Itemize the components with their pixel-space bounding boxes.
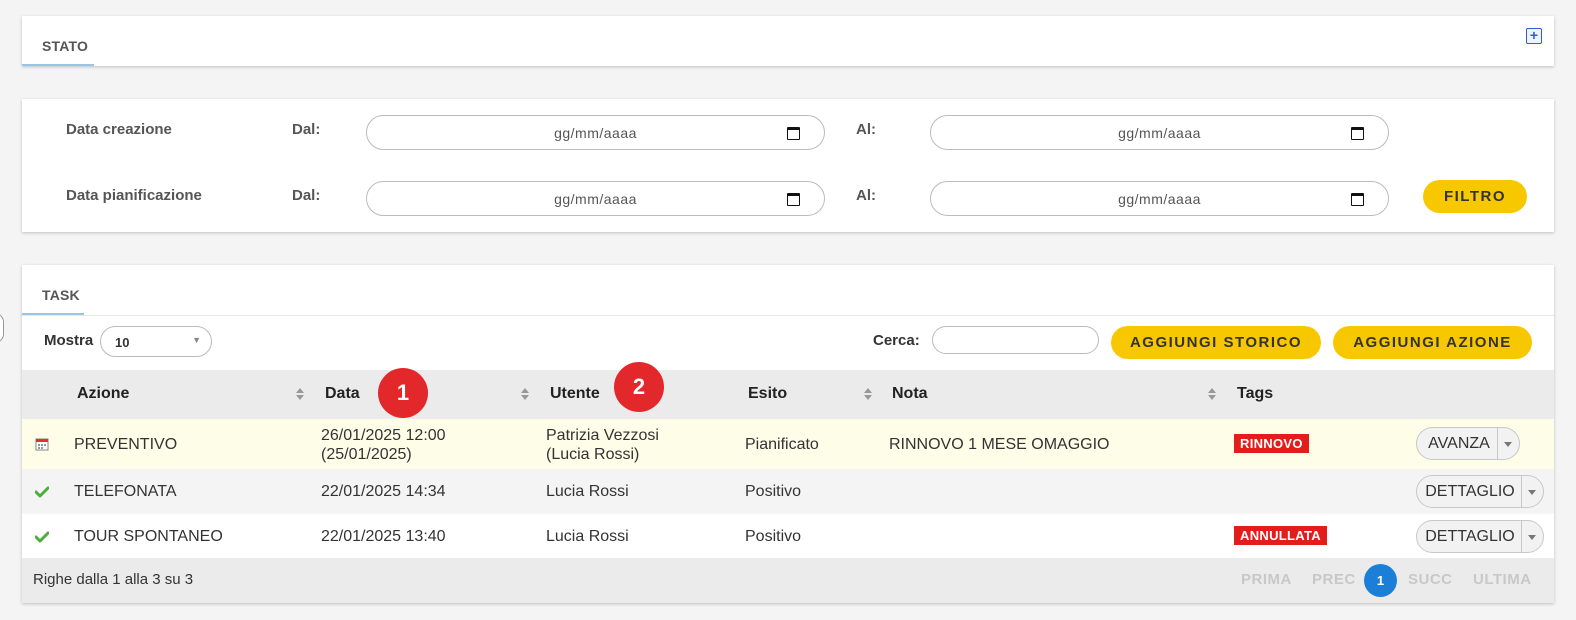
sort-icon[interactable]: [296, 388, 304, 400]
chevron-down-icon[interactable]: [1528, 490, 1536, 495]
divider: [22, 315, 1554, 316]
dettaglio-button[interactable]: DETTAGLIO: [1417, 528, 1523, 546]
dettaglio-button[interactable]: DETTAGLIO: [1417, 483, 1523, 501]
data-pianificazione-label: Data pianificazione: [66, 187, 202, 204]
calendar-icon: [35, 438, 49, 451]
pagination-first[interactable]: PRIMA: [1241, 571, 1292, 588]
chevron-down-icon[interactable]: [1528, 535, 1536, 540]
avanza-button[interactable]: AVANZA: [1417, 435, 1501, 453]
sort-icon[interactable]: [1208, 388, 1216, 400]
utente-cell-line2: (Lucia Rossi): [546, 446, 640, 463]
filtro-button[interactable]: FILTRO: [1423, 180, 1527, 213]
stato-title-underline: [22, 64, 94, 66]
cerca-label: Cerca:: [873, 332, 920, 349]
pianificazione-dal-date-input[interactable]: gg/mm/aaaa: [366, 181, 825, 216]
sort-icon[interactable]: [521, 388, 529, 400]
date-placeholder: gg/mm/aaaa: [1118, 125, 1201, 141]
task-panel: TASK Mostra 10 ▼ Cerca: AGGIUNGI STORICO…: [22, 265, 1554, 603]
pagination-next[interactable]: SUCC: [1408, 571, 1453, 588]
calendar-icon[interactable]: [1351, 193, 1364, 206]
tag-badge: RINNOVO: [1234, 434, 1309, 453]
azione-cell: TELEFONATA: [74, 483, 177, 500]
table-header: Azione Data Utente Esito Nota Tags: [22, 370, 1554, 419]
task-title: TASK: [42, 287, 80, 303]
column-header-utente[interactable]: Utente: [550, 385, 600, 403]
stato-title: STATO: [42, 38, 89, 54]
column-header-nota[interactable]: Nota: [892, 385, 928, 403]
row-action-split-button[interactable]: DETTAGLIO: [1416, 520, 1544, 553]
calendar-icon[interactable]: [1351, 127, 1364, 140]
add-history-button[interactable]: AGGIUNGI STORICO: [1111, 326, 1321, 359]
table-row[interactable]: PREVENTIVO 26/01/2025 12:00 (25/01/2025)…: [22, 419, 1554, 469]
chevron-down-icon[interactable]: [1504, 442, 1512, 447]
pianificazione-dal-label: Dal:: [292, 187, 321, 204]
nota-cell: RINNOVO 1 MESE OMAGGIO: [889, 436, 1110, 453]
azione-cell: PREVENTIVO: [74, 436, 178, 453]
creazione-al-label: Al:: [856, 121, 876, 138]
chevron-down-icon: ▼: [192, 335, 201, 345]
tag-badge: ANNULLATA: [1234, 526, 1327, 545]
creazione-dal-label: Dal:: [292, 121, 321, 138]
stato-panel: STATO +: [22, 16, 1554, 66]
data-cell-line1: 22/01/2025 14:34: [321, 483, 446, 500]
utente-cell-line1: Lucia Rossi: [546, 528, 629, 545]
utente-cell-line1: Patrizia Vezzosi: [546, 427, 659, 444]
pianificazione-al-date-input[interactable]: gg/mm/aaaa: [930, 181, 1389, 216]
split-divider: [1521, 476, 1522, 507]
pianificazione-al-label: Al:: [856, 187, 876, 204]
date-placeholder: gg/mm/aaaa: [1118, 191, 1201, 207]
column-header-data[interactable]: Data: [325, 385, 360, 403]
row-action-split-button[interactable]: AVANZA: [1416, 427, 1520, 460]
pagination-prev[interactable]: PREC: [1312, 571, 1356, 588]
date-placeholder: gg/mm/aaaa: [554, 125, 637, 141]
page-size-select[interactable]: 10 ▼: [100, 326, 212, 357]
pagination-current-page[interactable]: 1: [1364, 564, 1397, 597]
pagination-last[interactable]: ULTIMA: [1473, 571, 1532, 588]
table-row[interactable]: TOUR SPONTANEO 22/01/2025 13:40 Lucia Ro…: [22, 514, 1554, 559]
row-action-split-button[interactable]: DETTAGLIO: [1416, 475, 1544, 508]
date-placeholder: gg/mm/aaaa: [554, 191, 637, 207]
page-size-value: 10: [115, 335, 130, 350]
plus-square-icon[interactable]: +: [1526, 28, 1542, 44]
data-cell-line2: (25/01/2025): [321, 446, 412, 463]
column-header-tags[interactable]: Tags: [1237, 385, 1273, 403]
esito-cell: Positivo: [745, 483, 802, 500]
search-input[interactable]: [932, 326, 1099, 354]
esito-cell: Pianificato: [745, 436, 819, 453]
add-action-button[interactable]: AGGIUNGI AZIONE: [1333, 326, 1532, 359]
checkmark-icon: [35, 486, 49, 498]
creazione-dal-date-input[interactable]: gg/mm/aaaa: [366, 115, 825, 150]
creazione-al-date-input[interactable]: gg/mm/aaaa: [930, 115, 1389, 150]
calendar-icon[interactable]: [787, 127, 800, 140]
calendar-icon[interactable]: [787, 193, 800, 206]
esito-cell: Positivo: [745, 528, 802, 545]
utente-cell-line1: Lucia Rossi: [546, 483, 629, 500]
split-divider: [1497, 428, 1498, 459]
data-cell-line1: 26/01/2025 12:00: [321, 427, 446, 444]
azione-cell: TOUR SPONTANEO: [74, 528, 223, 545]
table-footer: Righe dalla 1 alla 3 su 3 PRIMA PREC 1 S…: [22, 558, 1554, 603]
column-header-esito[interactable]: Esito: [748, 385, 787, 403]
annotation-badge-2: 2: [614, 362, 664, 412]
split-divider: [1521, 521, 1522, 552]
annotation-badge-1: 1: [378, 368, 428, 418]
column-header-azione[interactable]: Azione: [77, 385, 129, 403]
sort-icon[interactable]: [864, 388, 872, 400]
checkmark-icon: [35, 531, 49, 543]
data-creazione-label: Data creazione: [66, 121, 172, 138]
mostra-label: Mostra: [44, 332, 94, 349]
rows-info: Righe dalla 1 alla 3 su 3: [33, 571, 194, 588]
data-cell-line1: 22/01/2025 13:40: [321, 528, 446, 545]
side-collapse-handle[interactable]: [0, 313, 4, 343]
table-row[interactable]: TELEFONATA 22/01/2025 14:34 Lucia Rossi …: [22, 469, 1554, 514]
date-filter-panel: Data creazione Dal: gg/mm/aaaa Al: gg/mm…: [22, 99, 1554, 232]
